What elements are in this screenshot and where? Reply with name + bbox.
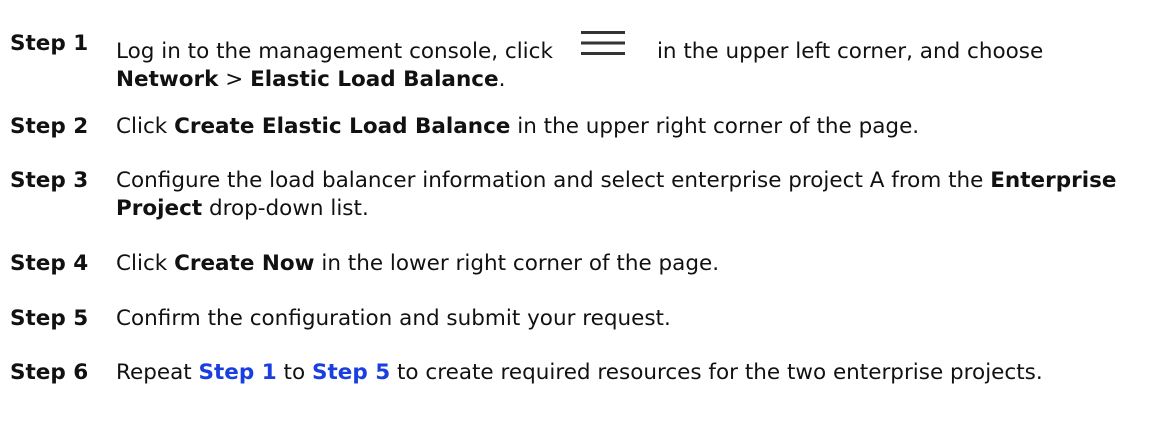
step-text-part: Repeat [116, 360, 199, 385]
step-label: Step 3 [10, 168, 89, 193]
step-text-part: > [218, 67, 251, 92]
menu-network: Network [116, 67, 219, 92]
menu-elastic-load-balance: Elastic Load Balance [250, 67, 499, 92]
step-text: Configure the load balancer information … [116, 167, 1148, 223]
step-text-part: Click [116, 114, 175, 139]
step-text-part: Confirm the configuration and submit you… [116, 306, 671, 331]
step-text-part: Configure the load balancer information … [116, 168, 991, 193]
step-2: Step 2 Click Create Elastic Load Balance… [10, 113, 1148, 141]
step-text: Click Create Now in the lower right corn… [116, 250, 1148, 278]
step-text-part: Log in to the management console, click [116, 39, 553, 64]
step-label: Step 2 [10, 114, 89, 139]
step-label: Step 5 [10, 306, 89, 331]
step-text-part: Click [116, 251, 175, 276]
step-text-part: in the upper left corner, and choose [656, 39, 1051, 64]
create-elb-button-name: Create Elastic Load Balance [174, 114, 511, 139]
create-now-button-name: Create Now [174, 251, 315, 276]
menu-icon [580, 31, 625, 55]
step-text: Confirm the configuration and submit you… [116, 305, 1148, 333]
step-4: Step 4 Click Create Now in the lower rig… [10, 250, 1148, 278]
step-label: Step 1 [10, 31, 89, 56]
step-text: Log in to the management console, click … [116, 30, 1148, 94]
step-text-part: in the lower right corner of the page. [314, 251, 720, 276]
step-5: Step 5 Confirm the configuration and sub… [10, 305, 1148, 333]
step-text: Repeat Step 1 to Step 5 to create requir… [116, 359, 1148, 387]
step-label: Step 6 [10, 360, 89, 385]
step-text-part: to [276, 360, 312, 385]
step-text-part: drop-down list. [202, 196, 369, 221]
step-5-link[interactable]: Step 5 [312, 360, 390, 385]
step-text-part: to create required resources for the two… [390, 360, 1043, 385]
step-text-part: in the upper right corner of the page. [510, 114, 920, 139]
step-3: Step 3 Configure the load balancer infor… [10, 167, 1148, 223]
step-text: Click Create Elastic Load Balance in the… [116, 113, 1148, 141]
step-text-part: . [498, 67, 506, 92]
step-1: Step 1 Log in to the management console,… [10, 30, 1148, 94]
step-label: Step 4 [10, 251, 89, 276]
step-6: Step 6 Repeat Step 1 to Step 5 to create… [10, 359, 1148, 387]
step-1-link[interactable]: Step 1 [199, 360, 277, 385]
